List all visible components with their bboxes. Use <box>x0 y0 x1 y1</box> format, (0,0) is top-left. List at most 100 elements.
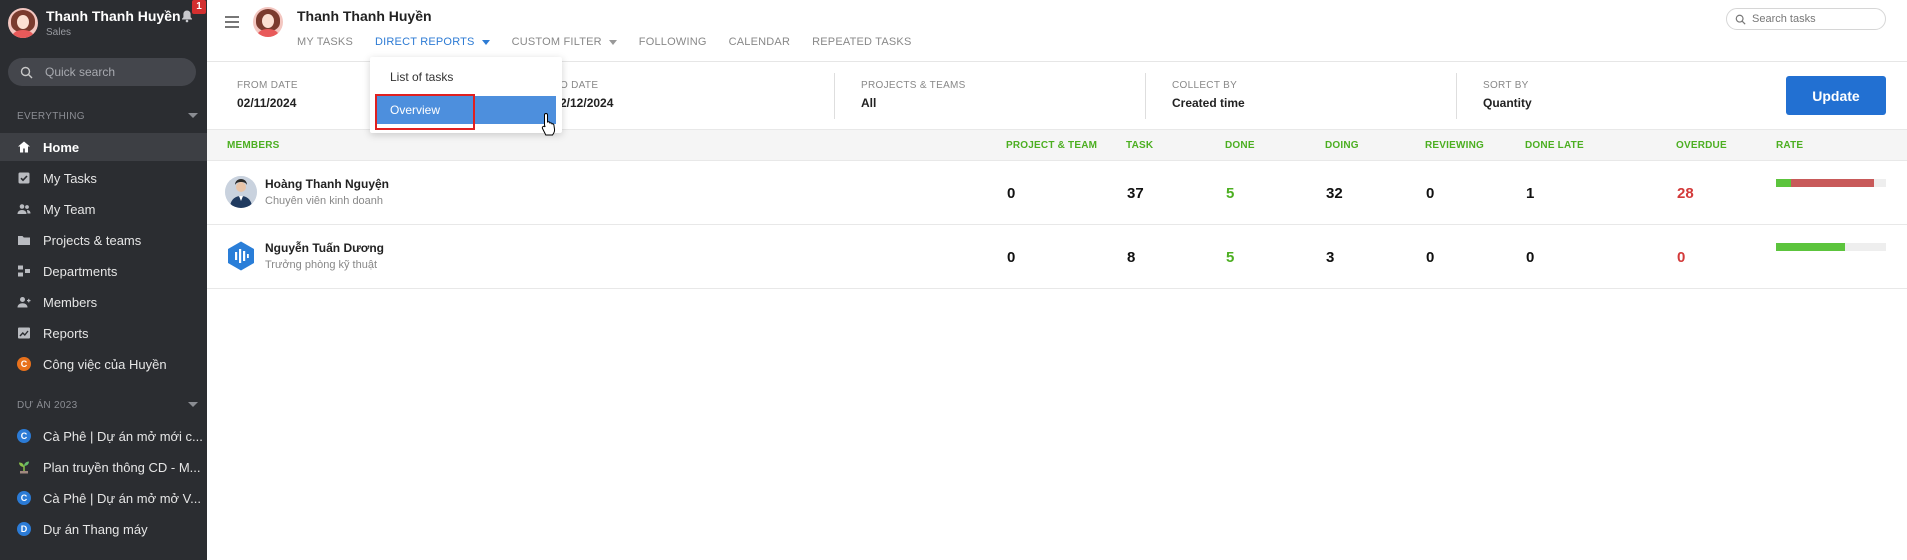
chevron-down-icon <box>608 39 617 45</box>
user-avatar <box>8 8 38 38</box>
doing-value[interactable]: 3 <box>1326 249 1334 266</box>
doing-value[interactable]: 32 <box>1326 185 1343 202</box>
chevron-down-icon <box>481 39 490 45</box>
quick-search-input[interactable] <box>45 65 185 79</box>
section-projects-caret-icon[interactable] <box>188 402 198 407</box>
from-date-value: 02/11/2024 <box>237 96 297 110</box>
column-header-reviewing[interactable]: REVIEWING <box>1425 140 1484 151</box>
column-header-overdue[interactable]: OVERDUE <box>1676 140 1727 151</box>
chart-icon <box>17 326 31 340</box>
letter-c-icon: C <box>17 491 31 505</box>
sidebar-item-projects-teams[interactable]: Projects & teams <box>0 226 207 254</box>
task-search-input[interactable] <box>1752 13 1872 25</box>
sidebar-item-home[interactable]: Home <box>0 133 207 161</box>
to-date-filter[interactable]: O DATE 2/12/2024 <box>560 80 613 110</box>
collect-by-filter[interactable]: COLLECT BY Created time <box>1172 80 1245 110</box>
done-value[interactable]: 5 <box>1226 249 1234 266</box>
update-button[interactable]: Update <box>1786 76 1886 115</box>
rate-done-segment <box>1776 179 1791 187</box>
user-name: Thanh Thanh Huyền <box>46 8 181 24</box>
dropdown-item-list-of-tasks[interactable]: List of tasks <box>370 63 562 91</box>
tab-direct-reports[interactable]: DIRECT REPORTS <box>375 36 490 48</box>
members-icon <box>17 295 31 309</box>
overdue-value[interactable]: 0 <box>1677 249 1685 266</box>
done-late-value[interactable]: 1 <box>1526 185 1534 202</box>
column-header-task[interactable]: TASK <box>1126 140 1153 151</box>
member-name: Hoàng Thanh Nguyện <box>265 177 389 191</box>
member-role: Trưởng phòng kỹ thuật <box>265 259 378 271</box>
sidebar: Thanh Thanh Huyền Sales 1 EVERYTHING Hom… <box>0 0 207 560</box>
collect-by-label: COLLECT BY <box>1172 80 1238 91</box>
sidebar-project-item[interactable]: C Cà Phê | Dự án mở mở V... <box>0 484 207 512</box>
divider <box>1145 73 1146 119</box>
sidebar-item-my-tasks[interactable]: My Tasks <box>0 164 207 192</box>
tab-custom-filter[interactable]: CUSTOM FILTER <box>512 36 617 48</box>
sidebar-project-item[interactable]: D Dự án Thang máy <box>0 515 207 543</box>
column-header-doing[interactable]: DOING <box>1325 140 1359 151</box>
project-team-value: 0 <box>1007 249 1016 266</box>
reviewing-value[interactable]: 0 <box>1426 249 1434 266</box>
top-header: Thanh Thanh Huyền MY TASKS DIRECT REPORT… <box>207 0 1907 62</box>
section-everything-caret-icon[interactable] <box>188 113 198 118</box>
sidebar-item-label: Cà Phê | Dự án mở mới c... <box>43 428 203 444</box>
done-late-value[interactable]: 0 <box>1526 249 1534 266</box>
sidebar-project-item[interactable]: C Cà Phê | Dự án mở mới c... <box>0 422 207 450</box>
member-role: Chuyên viên kinh doanh <box>265 195 384 207</box>
table-row[interactable]: Hoàng Thanh Nguyện Chuyên viên kinh doan… <box>207 161 1907 225</box>
search-icon <box>20 66 33 78</box>
from-date-filter[interactable]: FROM DATE 02/11/2024 <box>237 80 298 110</box>
sort-by-label: SORT BY <box>1483 80 1529 91</box>
member-cell[interactable]: Nguyễn Tuấn Dương Trưởng phòng kỹ thuật <box>225 240 384 272</box>
member-name: Nguyễn Tuấn Dương <box>265 241 384 255</box>
overdue-value[interactable]: 28 <box>1677 185 1694 202</box>
from-date-label: FROM DATE <box>237 80 298 91</box>
column-header-rate[interactable]: RATE <box>1776 140 1803 151</box>
task-value[interactable]: 37 <box>1127 185 1144 202</box>
task-value[interactable]: 8 <box>1127 249 1135 266</box>
sidebar-item-cong-viec-cua-huyen[interactable]: C Công việc của Huyền <box>0 350 207 378</box>
quick-search[interactable] <box>8 58 196 86</box>
letter-c-icon: C <box>17 357 31 371</box>
home-icon <box>17 140 31 154</box>
search-icon <box>1735 14 1746 25</box>
column-header-project-team[interactable]: PROJECT & TEAM <box>1006 140 1097 151</box>
tab-following[interactable]: FOLLOWING <box>639 36 707 48</box>
notification-badge: 1 <box>192 0 206 14</box>
sort-by-filter[interactable]: SORT BY Quantity <box>1483 80 1532 110</box>
member-avatar <box>225 176 257 208</box>
sidebar-item-label: Home <box>43 139 80 155</box>
tab-repeated-tasks[interactable]: REPEATED TASKS <box>812 36 911 48</box>
tab-my-tasks[interactable]: MY TASKS <box>297 36 353 48</box>
user-role: Sales <box>46 27 72 38</box>
sidebar-item-reports[interactable]: Reports <box>0 319 207 347</box>
header-user-avatar <box>253 7 283 37</box>
column-header-members[interactable]: MEMBERS <box>227 140 280 151</box>
hand-cursor-icon <box>541 112 557 136</box>
done-value[interactable]: 5 <box>1226 185 1234 202</box>
member-cell[interactable]: Hoàng Thanh Nguyện Chuyên viên kinh doan… <box>225 176 389 208</box>
reviewing-value[interactable]: 0 <box>1426 185 1434 202</box>
sidebar-item-members[interactable]: Members <box>0 288 207 316</box>
tab-calendar[interactable]: CALENDAR <box>729 36 791 48</box>
column-header-done[interactable]: DONE <box>1225 140 1255 151</box>
sort-by-value: Quantity <box>1483 96 1532 110</box>
projects-teams-filter[interactable]: PROJECTS & TEAMS All <box>861 80 966 110</box>
rate-progress-bar <box>1776 179 1886 187</box>
task-search[interactable] <box>1726 8 1886 30</box>
sidebar-item-my-team[interactable]: My Team <box>0 195 207 223</box>
rate-progress-bar <box>1776 243 1886 251</box>
table-header-row: MEMBERS PROJECT & TEAM TASK DONE DOING R… <box>207 129 1907 161</box>
to-date-value: 2/12/2024 <box>560 96 614 110</box>
sidebar-item-label: Plan truyền thông CD - M... <box>43 459 201 475</box>
sidebar-item-departments[interactable]: Departments <box>0 257 207 285</box>
section-everything: EVERYTHING <box>17 111 85 122</box>
sidebar-user[interactable]: Thanh Thanh Huyền Sales <box>8 8 181 38</box>
sidebar-project-item[interactable]: Plan truyền thông CD - M... <box>0 453 207 481</box>
column-header-done-late[interactable]: DONE LATE <box>1525 140 1584 151</box>
sidebar-item-label: Công việc của Huyền <box>43 356 167 372</box>
sidebar-item-label: Departments <box>43 263 118 279</box>
team-icon <box>17 202 31 216</box>
divider <box>1456 73 1457 119</box>
table-row[interactable]: Nguyễn Tuấn Dương Trưởng phòng kỹ thuật … <box>207 225 1907 289</box>
menu-icon[interactable] <box>225 16 239 28</box>
